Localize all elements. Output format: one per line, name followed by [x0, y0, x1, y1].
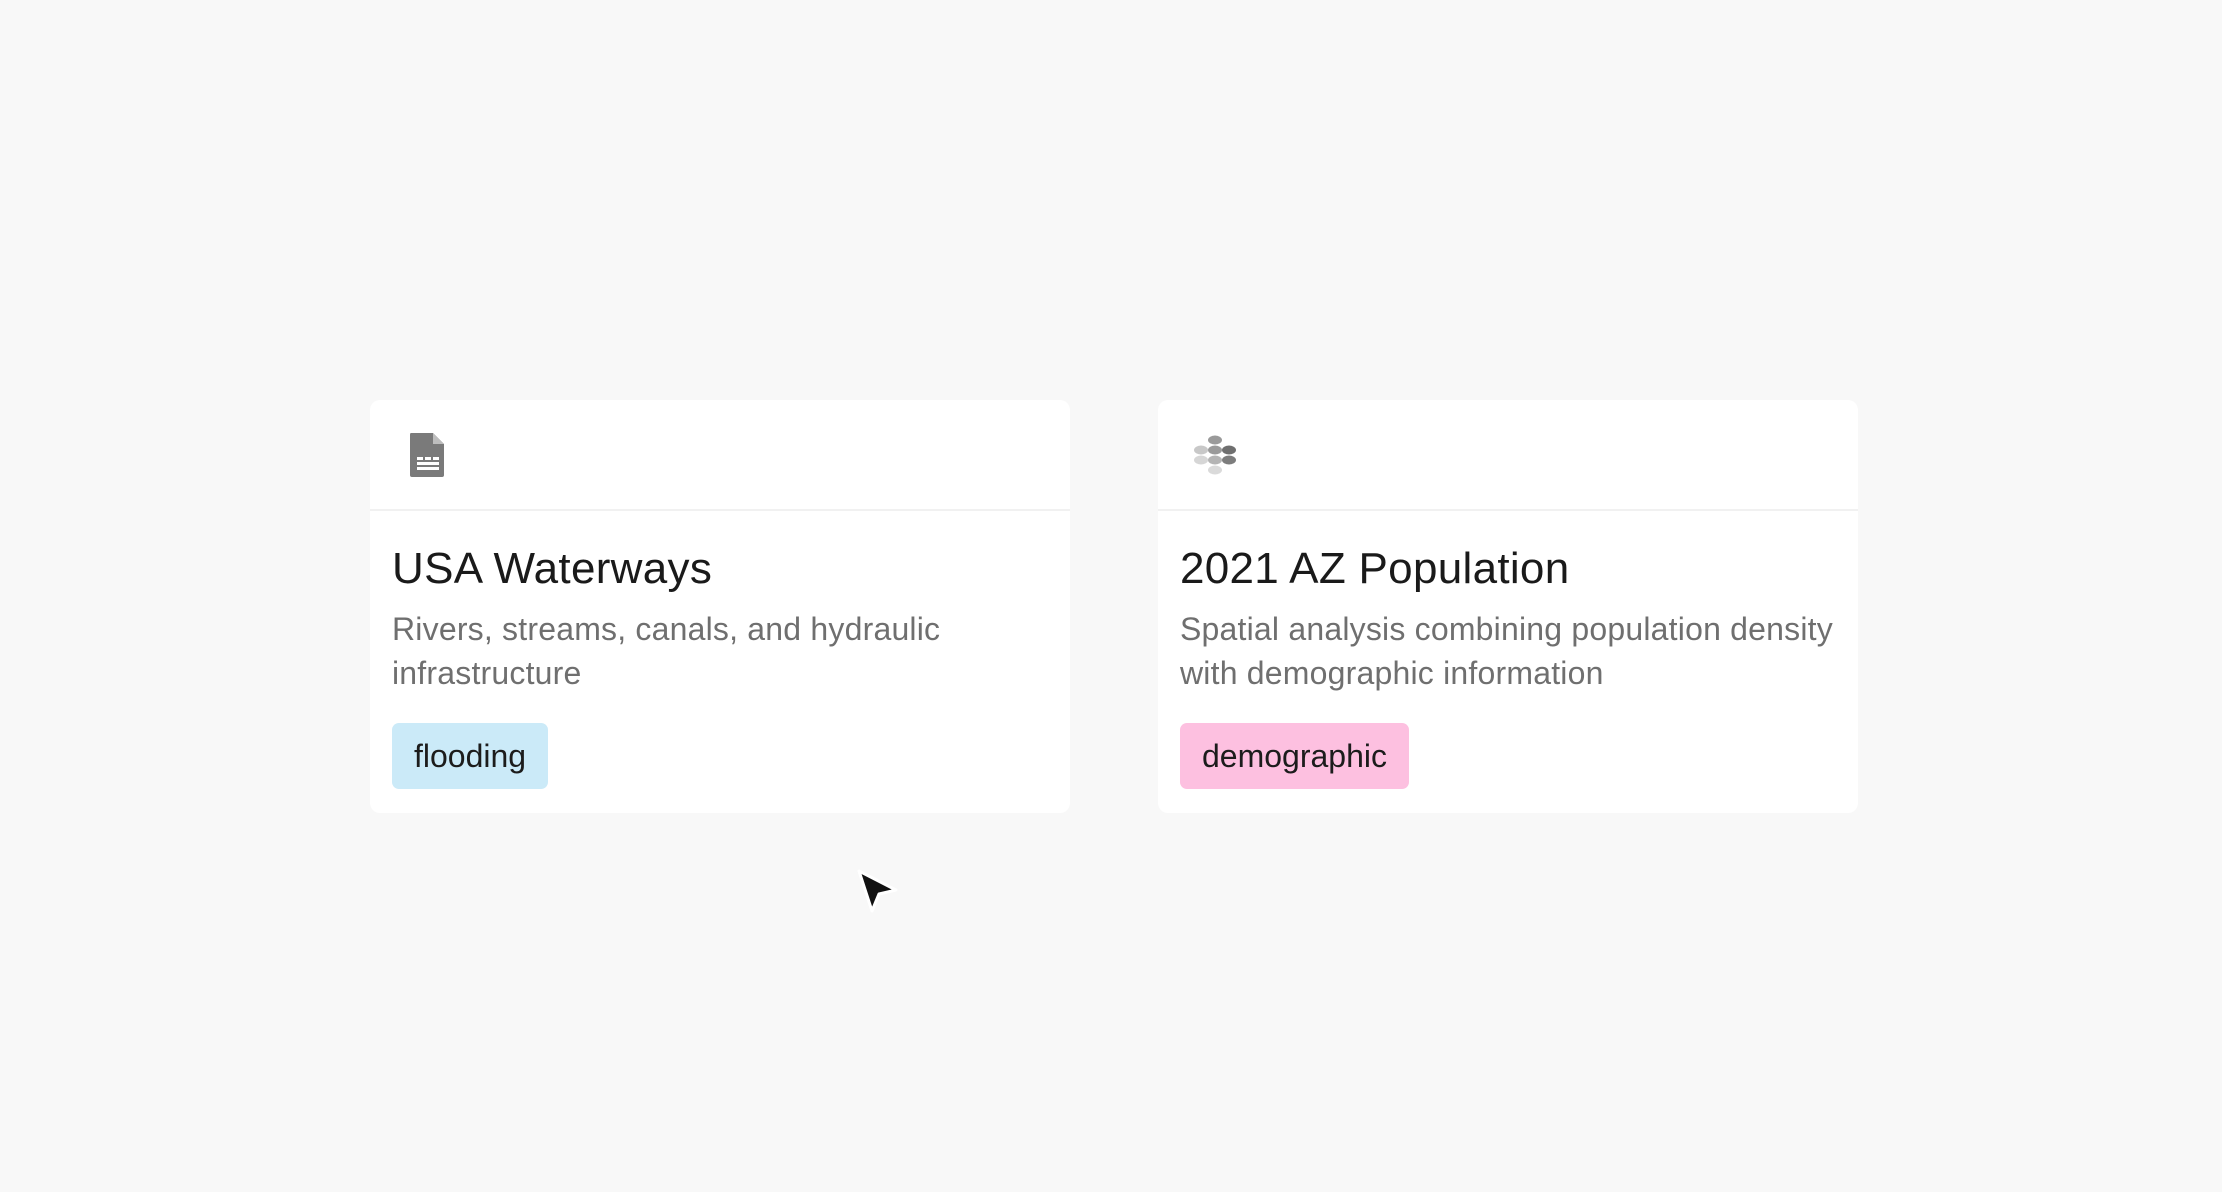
card-description: Rivers, streams, canals, and hydraulic i…: [392, 611, 941, 691]
tag-demographic[interactable]: demographic: [1180, 723, 1409, 789]
card-description: Spatial analysis combining population de…: [1180, 611, 1833, 691]
card-body: USA Waterways Rivers, streams, canals, a…: [370, 511, 1070, 695]
document-icon: [404, 430, 450, 480]
card-title: 2021 AZ Population: [1180, 544, 1570, 593]
card-body: 2021 AZ Population Spatial analysis comb…: [1158, 511, 1858, 695]
mouse-pointer-icon: [856, 868, 900, 918]
card-header: [370, 400, 1070, 511]
dataset-card-usa-waterways[interactable]: USA Waterways Rivers, streams, canals, a…: [370, 400, 1070, 813]
tag-flooding[interactable]: flooding: [392, 723, 549, 789]
card-title: USA Waterways: [392, 544, 713, 593]
hexbin-icon: [1192, 430, 1238, 480]
card-header: [1158, 400, 1858, 511]
dataset-card-2021-az-population[interactable]: 2021 AZ Population Spatial analysis comb…: [1158, 400, 1858, 813]
